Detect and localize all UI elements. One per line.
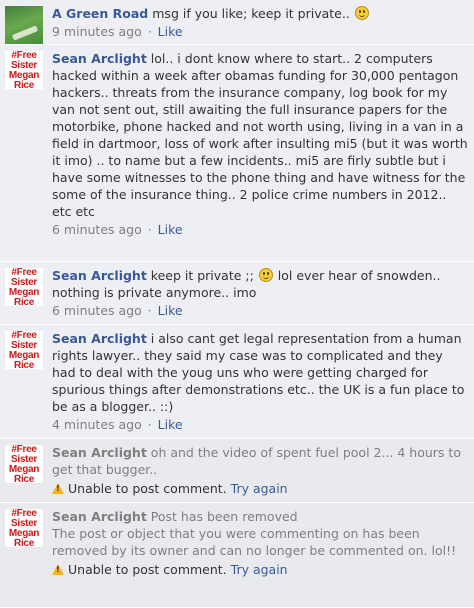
avatar-text: Rice — [14, 474, 34, 485]
avatar-text: Rice — [14, 80, 34, 91]
smiley-emoticon-icon — [354, 6, 369, 20]
avatar[interactable]: #Free Sister Megan Rice — [5, 268, 43, 308]
error-message: Unable to post comment. — [68, 562, 227, 577]
comment-body: Sean Arclight oh and the video of spent … — [52, 444, 468, 478]
smiley-emoticon-icon — [258, 268, 273, 282]
author-link[interactable]: Sean Arclight — [52, 268, 147, 283]
comment-meta: 6 minutes ago · Like — [52, 303, 183, 318]
post-error: Unable to post comment. Try again — [52, 480, 468, 497]
comment-failed: #Free Sister Megan Rice Sean Arclight Po… — [0, 503, 474, 608]
avatar-text: Rice — [14, 360, 34, 371]
comment-body: Sean Arclight keep it private ;; lol eve… — [52, 267, 468, 301]
comment: A Green Road msg if you like; keep it pr… — [0, 0, 474, 45]
try-again-link[interactable]: Try again — [231, 562, 288, 577]
author-link[interactable]: A Green Road — [52, 6, 148, 21]
author-link[interactable]: Sean Arclight — [52, 509, 147, 524]
removed-notice: The post or object that you were comment… — [52, 526, 457, 558]
warning-triangle-icon — [52, 564, 64, 575]
comment-text: lol.. i dont know where to start.. 2 com… — [52, 51, 468, 219]
like-link[interactable]: Like — [158, 222, 183, 237]
comment-failed: #Free Sister Megan Rice Sean Arclight oh… — [0, 439, 474, 503]
error-message: Unable to post comment. — [68, 481, 227, 496]
timestamp: 6 minutes ago — [52, 222, 142, 237]
avatar[interactable]: #Free Sister Megan Rice — [5, 445, 43, 485]
avatar-text: Rice — [14, 297, 34, 308]
comment-text: msg if you like; keep it private.. — [152, 6, 350, 21]
try-again-link[interactable]: Try again — [231, 481, 288, 496]
avatar[interactable]: #Free Sister Megan Rice — [5, 331, 43, 371]
comment: #Free Sister Megan Rice Sean Arclight lo… — [0, 45, 474, 262]
timestamp: 4 minutes ago — [52, 417, 142, 432]
comment-text: keep it private ;; — [150, 268, 254, 283]
comment: #Free Sister Megan Rice Sean Arclight ke… — [0, 262, 474, 325]
comment-text: Post has been removed — [150, 509, 298, 524]
comment-body: Sean Arclight i also cant get legal repr… — [52, 330, 468, 415]
comment-body: Sean Arclight lol.. i dont know where to… — [52, 50, 468, 220]
like-link[interactable]: Like — [158, 303, 183, 318]
post-error: Unable to post comment. Try again — [52, 561, 468, 578]
comment-meta: 4 minutes ago · Like — [52, 417, 183, 432]
timestamp: 6 minutes ago — [52, 303, 142, 318]
like-link[interactable]: Like — [158, 417, 183, 432]
comment: #Free Sister Megan Rice Sean Arclight i … — [0, 325, 474, 439]
comment-body: A Green Road msg if you like; keep it pr… — [52, 5, 468, 22]
road-graphic — [11, 25, 39, 41]
timestamp: 9 minutes ago — [52, 24, 142, 39]
comment-body: Sean Arclight Post has been removed — [52, 508, 468, 525]
author-link[interactable]: Sean Arclight — [52, 331, 147, 346]
comment-meta: 6 minutes ago · Like — [52, 222, 183, 237]
author-link[interactable]: Sean Arclight — [52, 445, 147, 460]
author-link[interactable]: Sean Arclight — [52, 51, 147, 66]
like-link[interactable]: Like — [158, 24, 183, 39]
warning-triangle-icon — [52, 483, 64, 494]
avatar[interactable]: #Free Sister Megan Rice — [5, 509, 43, 549]
avatar-text: Rice — [14, 538, 34, 549]
comment-meta: 9 minutes ago · Like — [52, 24, 183, 39]
avatar[interactable]: #Free Sister Megan Rice — [5, 51, 43, 91]
avatar[interactable] — [5, 6, 43, 44]
